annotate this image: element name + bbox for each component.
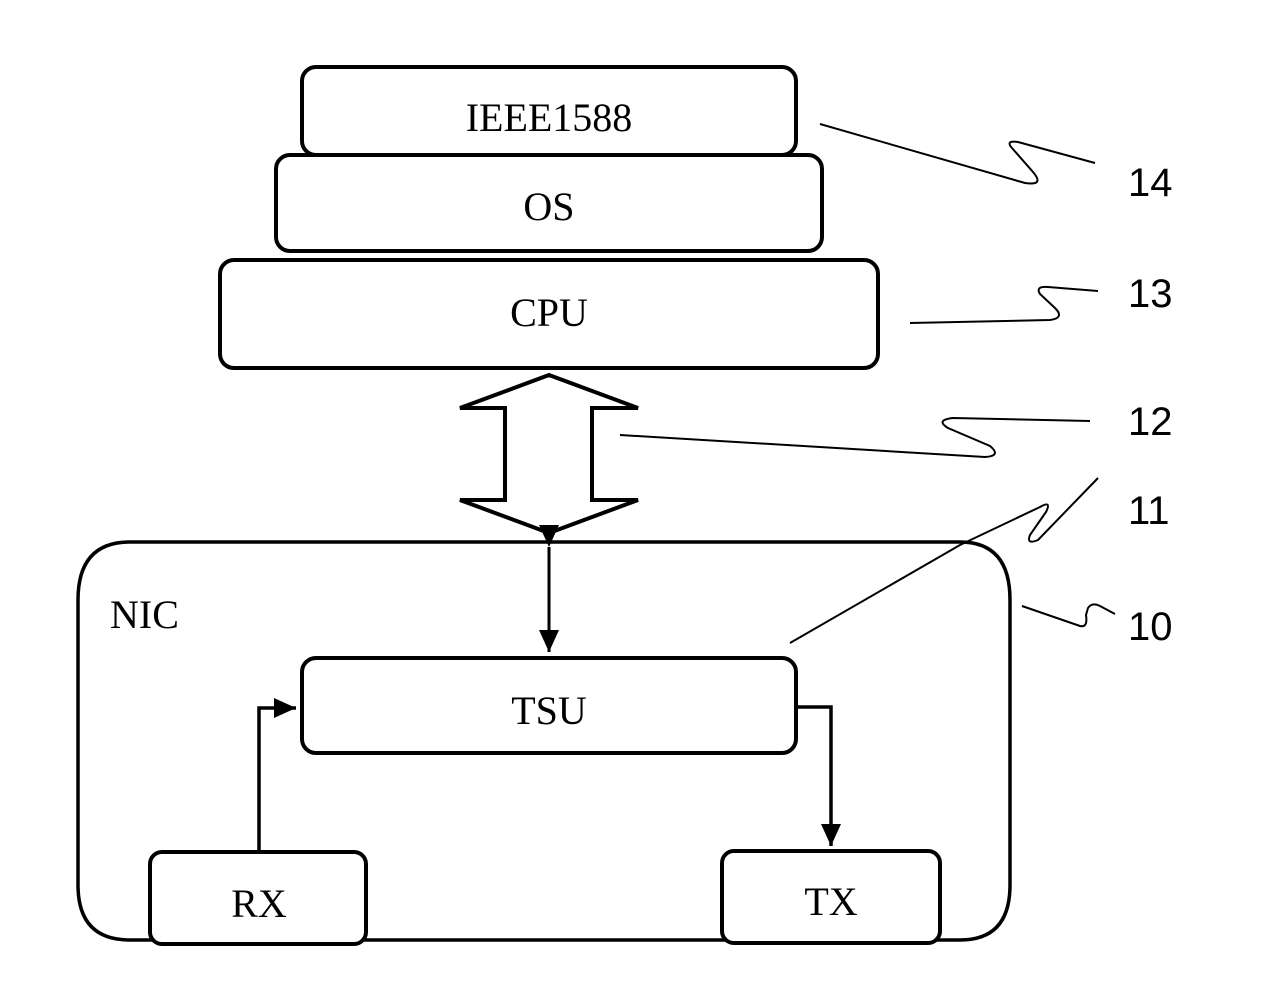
cpu-label: CPU bbox=[510, 290, 588, 335]
bus-arrow-icon bbox=[459, 372, 639, 536]
ieee1588-block: IEEE1588 bbox=[300, 65, 798, 157]
tsu-block: TSU bbox=[300, 656, 798, 755]
leader-line-13 bbox=[909, 285, 1099, 324]
diagram-canvas: IEEE1588 OS CPU NIC TSU RX TX 14 13 12 1… bbox=[76, 65, 1173, 946]
nic-label: NIC bbox=[110, 592, 179, 637]
rx-to-tsu-arrow bbox=[257, 698, 296, 852]
rx-label: RX bbox=[231, 881, 287, 926]
tx-block: TX bbox=[720, 849, 942, 945]
tsu-to-tx-arrow bbox=[796, 705, 841, 846]
leader-line-14 bbox=[819, 123, 1096, 185]
leader-line-10 bbox=[1021, 603, 1116, 628]
ref-numeral-13: 13 bbox=[1128, 272, 1173, 316]
tx-label: TX bbox=[804, 879, 857, 924]
cpu-block: CPU bbox=[218, 258, 880, 370]
leader-line-12 bbox=[619, 416, 1091, 459]
ieee1588-label: IEEE1588 bbox=[466, 95, 633, 140]
rx-block: RX bbox=[148, 850, 368, 946]
ref-numeral-12: 12 bbox=[1128, 400, 1173, 444]
ref-numeral-14: 14 bbox=[1128, 161, 1173, 205]
tsu-label: TSU bbox=[511, 688, 587, 733]
leader-line-11 bbox=[789, 477, 1099, 644]
os-label: OS bbox=[523, 184, 574, 229]
os-block: OS bbox=[274, 153, 824, 253]
ref-numeral-10: 10 bbox=[1128, 605, 1173, 649]
ref-numeral-11: 11 bbox=[1128, 489, 1170, 533]
